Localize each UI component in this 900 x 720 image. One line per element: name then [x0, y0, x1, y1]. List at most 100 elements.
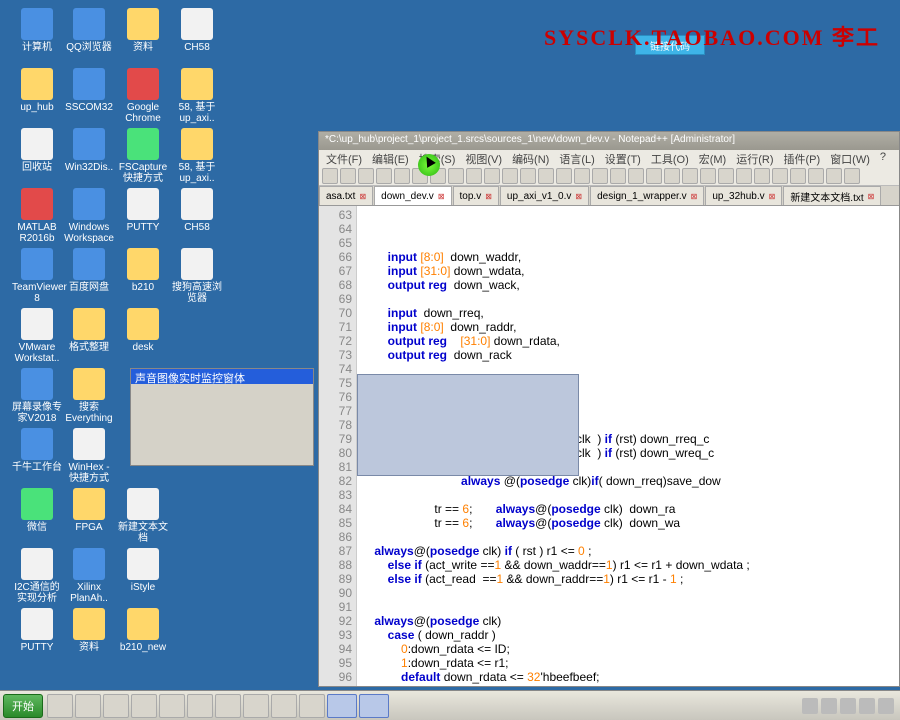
tray-icon[interactable] [802, 698, 818, 714]
toolbar-button[interactable] [628, 168, 644, 184]
code-line[interactable]: default down_rdata <= 32'hbeefbeef; [361, 670, 895, 684]
code-line[interactable]: always @(posedge clk)if( down_rreq)save_… [361, 474, 895, 488]
desktop-icon[interactable]: QQ浏览器 [64, 8, 114, 53]
start-button[interactable]: 开始 [3, 694, 43, 718]
taskbar-item[interactable] [47, 694, 73, 718]
toolbar-button[interactable] [520, 168, 536, 184]
tray-icon[interactable] [821, 698, 837, 714]
toolbar-button[interactable] [358, 168, 374, 184]
code-line[interactable] [361, 530, 895, 544]
tab-close-icon[interactable]: ⊠ [575, 192, 582, 201]
npp-editor[interactable]: 6364656667686970717273747576777879808182… [319, 206, 899, 686]
desktop-icon[interactable]: FSCapture 快捷方式 [118, 128, 168, 184]
desktop-icon[interactable]: 格式整理 [64, 308, 114, 353]
desktop-icon[interactable]: PUTTY [12, 608, 62, 653]
toolbar-button[interactable] [808, 168, 824, 184]
desktop-icon[interactable]: iStyle [118, 548, 168, 593]
code-area[interactable]: input [8:0] down_waddr, input [31:0] dow… [357, 206, 899, 686]
code-line[interactable] [361, 488, 895, 502]
toolbar-button[interactable] [826, 168, 842, 184]
toolbar-button[interactable] [754, 168, 770, 184]
menu-item[interactable]: 运行(R) [733, 150, 776, 166]
code-line[interactable]: output reg down_rack [361, 348, 895, 362]
toolbar-button[interactable] [322, 168, 338, 184]
toolbar-button[interactable] [394, 168, 410, 184]
desktop-icon[interactable]: b210 [118, 248, 168, 293]
npp-menubar[interactable]: 文件(F)编辑(E)搜索(S)视图(V)编码(N)语言(L)设置(T)工具(O)… [319, 150, 899, 166]
desktop-icon[interactable]: 百度网盘 [64, 248, 114, 293]
tab-close-icon[interactable]: ⊠ [691, 192, 698, 201]
desktop-icon[interactable]: Google Chrome [118, 68, 168, 124]
editor-tab[interactable]: design_1_wrapper.v⊠ [590, 186, 704, 205]
toolbar-button[interactable] [376, 168, 392, 184]
desktop-icon[interactable]: 资料 [64, 608, 114, 653]
toolbar-button[interactable] [700, 168, 716, 184]
toolbar-button[interactable] [772, 168, 788, 184]
desktop-icon[interactable]: b210_new [118, 608, 168, 653]
taskbar-item[interactable] [187, 694, 213, 718]
code-line[interactable]: always@(posedge clk) [361, 614, 895, 628]
code-line[interactable]: output reg down_wack, [361, 278, 895, 292]
tray-icon[interactable] [859, 698, 875, 714]
desktop-icon[interactable]: 搜索 Everything [64, 368, 114, 424]
menu-item[interactable]: 插件(P) [781, 150, 824, 166]
desktop-icon[interactable]: SSCOM32 [64, 68, 114, 113]
taskbar-item[interactable] [327, 694, 357, 718]
desktop-icon[interactable]: 屏幕录像专家V2018 [12, 368, 62, 424]
taskbar-item[interactable] [299, 694, 325, 718]
desktop-icon[interactable]: TeamViewer 8 [12, 248, 62, 304]
editor-tab[interactable]: up_axi_v1_0.v⊠ [500, 186, 589, 205]
tray-icon[interactable] [840, 698, 856, 714]
npp-tabs[interactable]: asa.txt⊠down_dev.v⊠top.v⊠up_axi_v1_0.v⊠d… [319, 186, 899, 206]
toolbar-button[interactable] [790, 168, 806, 184]
toolbar-button[interactable] [484, 168, 500, 184]
menu-item[interactable]: 窗口(W) [827, 150, 873, 166]
desktop-icon[interactable]: 计算机 [12, 8, 62, 53]
editor-tab[interactable]: up_32hub.v⊠ [705, 186, 782, 205]
desktop-icon[interactable]: VMware Workstat.. [12, 308, 62, 364]
code-line[interactable]: case ( down_raddr ) [361, 628, 895, 642]
code-line[interactable]: input [31:0] down_wdata, [361, 264, 895, 278]
taskbar-item[interactable] [359, 694, 389, 718]
taskbar[interactable]: 开始 [0, 690, 900, 720]
code-line[interactable]: input [8:0] down_raddr, [361, 320, 895, 334]
desktop-icon[interactable]: 微信 [12, 488, 62, 533]
code-line[interactable] [361, 292, 895, 306]
toolbar-button[interactable] [340, 168, 356, 184]
desktop-icon[interactable]: PUTTY [118, 188, 168, 233]
toolbar-button[interactable] [736, 168, 752, 184]
toolbar-button[interactable] [592, 168, 608, 184]
editor-tab[interactable]: top.v⊠ [453, 186, 499, 205]
toolbar-button[interactable] [538, 168, 554, 184]
menu-item[interactable]: 工具(O) [648, 150, 692, 166]
menu-item[interactable]: 视图(V) [462, 150, 505, 166]
taskbar-item[interactable] [215, 694, 241, 718]
editor-tab[interactable]: asa.txt⊠ [319, 186, 373, 205]
menu-item[interactable]: 宏(M) [696, 150, 730, 166]
menu-item[interactable]: 编码(N) [509, 150, 552, 166]
toolbar-button[interactable] [556, 168, 572, 184]
menu-item[interactable]: ? [877, 150, 889, 166]
taskbar-item[interactable] [271, 694, 297, 718]
desktop-icon[interactable]: up_hub [12, 68, 62, 113]
desktop-icon[interactable]: 58, 基于up_axi.. [172, 128, 222, 184]
toolbar-button[interactable] [718, 168, 734, 184]
taskbar-item[interactable] [103, 694, 129, 718]
notepadpp-window[interactable]: *C:\up_hub\project_1\project_1.srcs\sour… [318, 131, 900, 687]
toolbar-button[interactable] [448, 168, 464, 184]
desktop-icon[interactable]: CH58 [172, 8, 222, 53]
desktop-icon[interactable]: 资料 [118, 8, 168, 53]
toolbar-button[interactable] [664, 168, 680, 184]
desktop-icon[interactable]: Xilinx PlanAh.. [64, 548, 114, 604]
code-line[interactable]: tr == 6; always@(posedge clk) down_wa [361, 516, 895, 530]
menu-item[interactable]: 文件(F) [323, 150, 365, 166]
code-line[interactable]: input down_rreq, [361, 306, 895, 320]
tab-close-icon[interactable]: ⊠ [485, 192, 492, 201]
tab-close-icon[interactable]: ⊠ [438, 192, 445, 201]
editor-tab[interactable]: down_dev.v⊠ [374, 186, 451, 205]
taskbar-item[interactable] [159, 694, 185, 718]
desktop-icon[interactable]: 搜狗高速浏览器 [172, 248, 222, 304]
menu-item[interactable]: 编辑(E) [369, 150, 412, 166]
desktop-icon[interactable]: 58, 基于up_axi.. [172, 68, 222, 124]
code-line[interactable]: tr == 6; always@(posedge clk) down_ra [361, 502, 895, 516]
